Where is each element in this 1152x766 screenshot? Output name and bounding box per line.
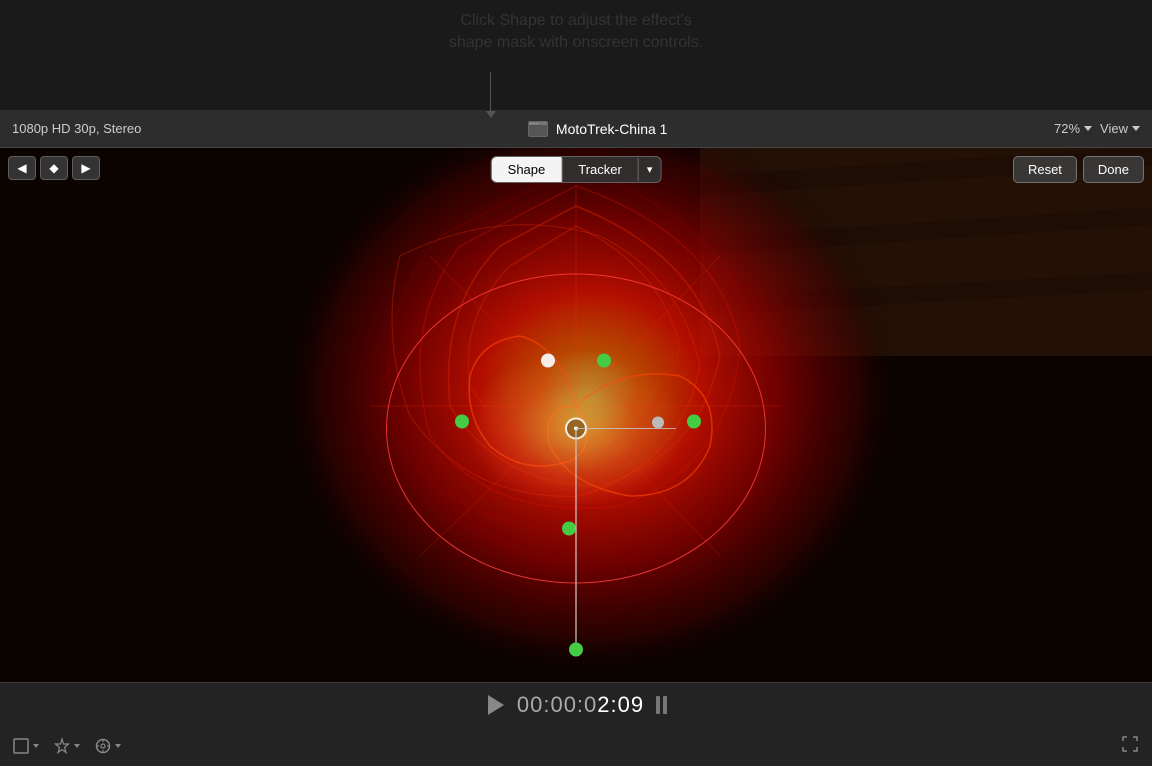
meter-chevron-icon	[115, 744, 121, 748]
crop-chevron-icon	[33, 744, 39, 748]
control-point-radius[interactable]	[652, 417, 664, 429]
view-chevron-icon	[1132, 126, 1140, 131]
control-point-right[interactable]	[687, 415, 701, 429]
playback-controls: 00:00:02:09	[0, 683, 1152, 726]
fullscreen-button[interactable]	[1120, 734, 1140, 759]
tooltip-arrow	[490, 72, 491, 112]
magic-chevron-icon	[74, 744, 80, 748]
next-keyframe-button[interactable]: ▶	[72, 156, 100, 180]
top-bar: 1080p HD 30p, Stereo MotoTrek-China 1 72…	[0, 110, 1152, 148]
clip-title-area: MotoTrek-China 1	[141, 121, 1054, 137]
prev-icon: ◀	[17, 161, 26, 175]
tooltip-area: Click Shape to adjust the effect's shape…	[0, 0, 1152, 110]
zoom-control[interactable]: 72%	[1054, 121, 1092, 136]
reset-button[interactable]: Reset	[1013, 156, 1077, 183]
prev-keyframe-button[interactable]: ◀	[8, 156, 36, 180]
next-icon: ▶	[81, 161, 90, 175]
tooltip-line1: Click Shape to adjust the effect's	[449, 10, 703, 32]
done-button[interactable]: Done	[1083, 156, 1144, 183]
tracker-line	[575, 429, 577, 649]
tracker-dot[interactable]	[569, 643, 583, 657]
shape-tracker-toggle: Shape Tracker ▾	[491, 156, 662, 183]
nav-controls: ◀ ◆ ▶	[8, 156, 100, 180]
control-point-left[interactable]	[455, 415, 469, 429]
zoom-chevron-icon	[1084, 126, 1092, 131]
left-tools	[12, 737, 121, 755]
view-control[interactable]: View	[1100, 121, 1140, 136]
toggle-chevron-icon: ▾	[647, 164, 653, 176]
play-button[interactable]	[485, 695, 505, 715]
timecode-main: 2:09	[597, 692, 644, 717]
clip-icon	[528, 121, 548, 137]
toggle-dropdown-button[interactable]: ▾	[638, 158, 661, 181]
video-info: 1080p HD 30p, Stereo	[12, 121, 141, 136]
bottom-tools	[0, 726, 1152, 766]
magic-tool-button[interactable]	[53, 737, 80, 755]
pause-bar-left	[656, 696, 660, 714]
tracker-button[interactable]: Tracker	[562, 157, 638, 182]
crop-tool-button[interactable]	[12, 737, 39, 755]
play-icon	[488, 695, 504, 715]
crop-icon	[12, 737, 30, 755]
control-point-bottom[interactable]	[562, 522, 576, 536]
radius-line	[576, 428, 676, 429]
meter-icon	[94, 737, 112, 755]
fullscreen-icon	[1120, 734, 1140, 754]
diamond-icon: ◆	[49, 161, 58, 175]
pause-bar-right	[663, 696, 667, 714]
zoom-level: 72%	[1054, 121, 1080, 136]
top-bar-right: 72% View	[1054, 121, 1140, 136]
shape-button[interactable]: Shape	[492, 157, 562, 182]
shape-overlay	[406, 294, 746, 564]
timecode: 00:00:02:09	[517, 692, 644, 718]
control-point-white[interactable]	[541, 354, 555, 368]
timecode-prefix: 00:00:0	[517, 692, 597, 717]
view-label: View	[1100, 121, 1128, 136]
action-buttons: Reset Done	[1013, 156, 1144, 183]
diamond-button[interactable]: ◆	[40, 156, 68, 180]
pause-button[interactable]	[656, 696, 667, 714]
control-point-top[interactable]	[597, 354, 611, 368]
clip-title: MotoTrek-China 1	[556, 121, 668, 137]
transport-bar: 00:00:02:09	[0, 682, 1152, 766]
viewer: ◀ ◆ ▶ Shape Tracker ▾ Reset Done	[0, 148, 1152, 682]
magic-icon	[53, 737, 71, 755]
tooltip-line2: shape mask with onscreen controls.	[449, 32, 703, 54]
meter-tool-button[interactable]	[94, 737, 121, 755]
